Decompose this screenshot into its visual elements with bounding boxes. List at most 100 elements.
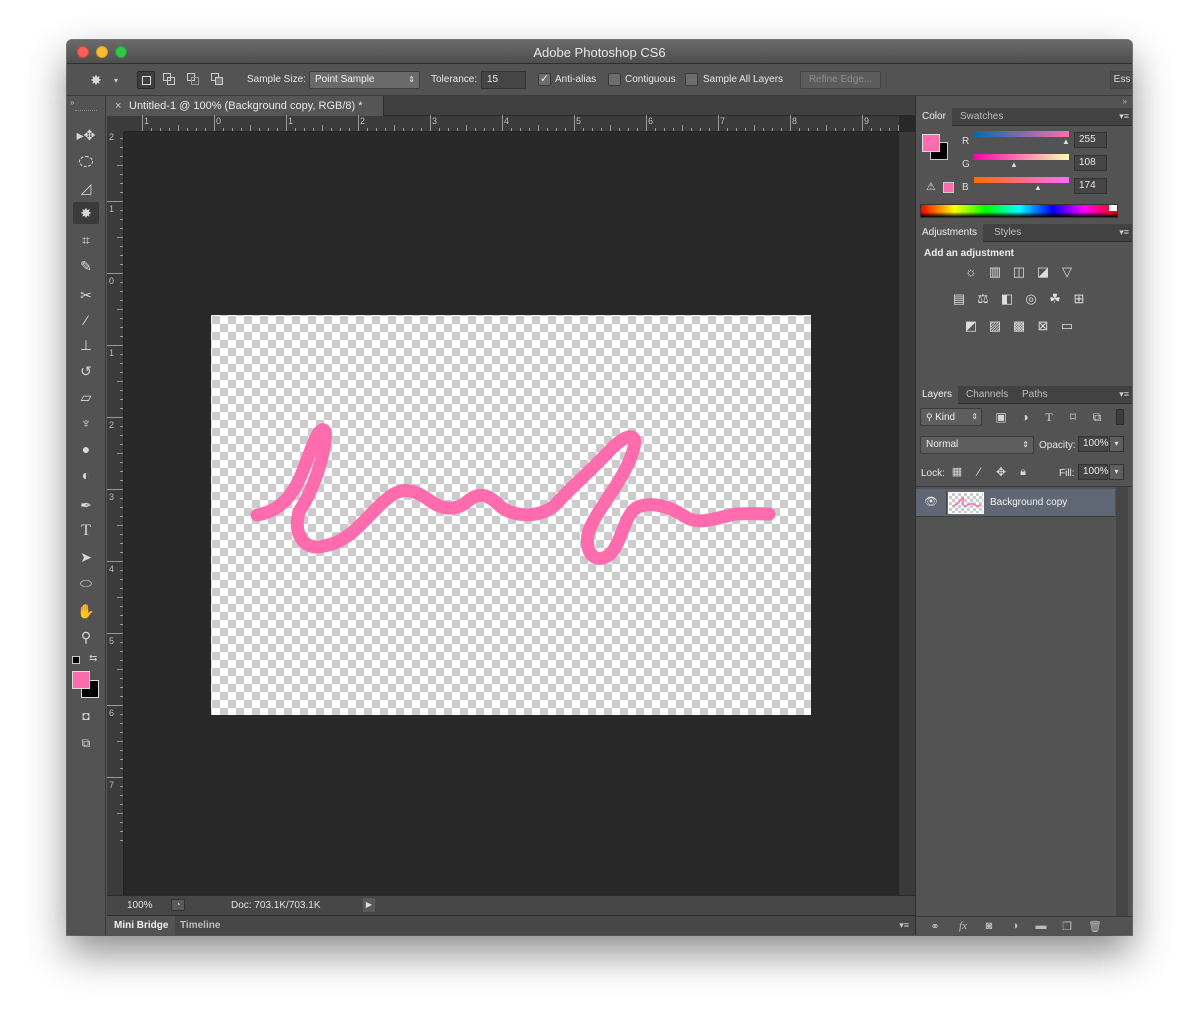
zoom-tool-icon[interactable]: ⚲ <box>73 626 99 648</box>
path-selection-tool-icon[interactable]: ➤ <box>73 546 99 568</box>
tab-layers[interactable]: Layers <box>916 386 959 404</box>
fill-dropdown-icon[interactable]: ▾ <box>1109 464 1124 480</box>
opacity-input[interactable]: 100% <box>1078 436 1109 452</box>
hand-tool-icon[interactable]: ✋ <box>73 600 99 622</box>
tab-adjustments[interactable]: Adjustments <box>916 224 984 242</box>
layer-name[interactable]: Background copy <box>990 497 1067 508</box>
gradient-map-icon[interactable]: ▭ <box>1058 318 1076 334</box>
black-white-icon[interactable]: ◧ <box>998 291 1016 307</box>
filter-adjustment-icon[interactable]: ◑ <box>1016 409 1034 425</box>
exposure-icon[interactable]: ◪ <box>1034 264 1052 280</box>
lock-all-icon[interactable]: 🔒︎ <box>1014 464 1032 480</box>
layers-scrollbar[interactable] <box>1116 487 1128 917</box>
tolerance-input[interactable]: 15 <box>481 71 526 89</box>
lock-transparent-icon[interactable]: ▦ <box>948 464 966 480</box>
lock-image-icon[interactable]: ⁄ <box>970 464 988 480</box>
canvas-svg[interactable] <box>124 132 899 895</box>
status-share-icon[interactable]: ◔ <box>171 899 185 911</box>
anti-alias-checkbox[interactable]: ✓ <box>538 73 551 86</box>
color-panel-menu-icon[interactable]: ▾≡ <box>1119 111 1129 122</box>
new-selection-icon[interactable] <box>137 71 155 89</box>
magic-wand-tool-icon[interactable]: ✸ <box>73 202 99 224</box>
history-brush-tool-icon[interactable]: ↺ <box>73 360 99 382</box>
subtract-from-selection-icon[interactable] <box>185 71 203 89</box>
type-tool-icon[interactable]: T <box>73 520 99 542</box>
filter-pixel-icon[interactable]: ▣ <box>992 409 1010 425</box>
filter-toggle[interactable] <box>1116 409 1124 425</box>
magic-wand-preset-icon[interactable]: ✸ <box>83 69 109 91</box>
blend-mode-select[interactable]: Normal ⇕ <box>920 436 1034 454</box>
lasso-tool-icon[interactable]: ◿ <box>73 177 99 199</box>
tab-styles[interactable]: Styles <box>988 224 1027 242</box>
dodge-tool-icon[interactable]: ◐ <box>73 464 99 486</box>
delete-layer-icon[interactable]: 🗑︎ <box>1086 920 1104 934</box>
swap-colors-icon[interactable]: ⇆ <box>89 653 97 664</box>
horizontal-ruler[interactable]: 1 0 1 2 3 4 5 6 7 8 9 <box>124 115 899 132</box>
g-value-input[interactable]: 108 <box>1074 155 1107 171</box>
color-foreground-swatch[interactable] <box>922 134 940 152</box>
layer-style-fx-icon[interactable]: fx <box>954 920 972 934</box>
hue-saturation-icon[interactable]: ▤ <box>950 291 968 307</box>
vibrance-icon[interactable]: ▽ <box>1058 264 1076 280</box>
tab-timeline[interactable]: Timeline <box>173 916 227 935</box>
layer-visibility-eye-icon[interactable]: 👁︎ <box>924 495 938 508</box>
ellipse-tool-icon[interactable]: ⬭ <box>73 572 99 594</box>
levels-icon[interactable]: ▥ <box>986 264 1004 280</box>
contiguous-checkbox[interactable] <box>608 73 621 86</box>
new-adjustment-layer-icon[interactable]: ◑ <box>1006 920 1024 934</box>
healing-brush-tool-icon[interactable]: ✂ <box>73 284 99 306</box>
g-slider-track[interactable] <box>974 154 1069 160</box>
clone-stamp-tool-icon[interactable]: ⊥ <box>73 334 99 356</box>
collapse-tools-icon[interactable]: » <box>70 98 74 107</box>
move-tool-icon[interactable]: ▸✥ <box>73 124 99 146</box>
posterize-icon[interactable]: ▨ <box>986 318 1004 334</box>
default-colors-icon[interactable] <box>72 656 80 664</box>
out-of-gamut-warning-icon[interactable]: ⚠ <box>926 180 936 193</box>
brush-tool-icon[interactable]: ⁄ <box>73 309 99 331</box>
sample-size-select[interactable]: Point Sample ⇕ <box>309 71 420 89</box>
zoom-level[interactable]: 100% <box>127 900 153 911</box>
screen-mode-icon[interactable]: ⧉ <box>73 732 99 754</box>
blur-tool-icon[interactable]: ● <box>73 438 99 460</box>
color-lookup-icon[interactable]: ⊞ <box>1070 291 1088 307</box>
layer-row-background-copy[interactable]: 👁︎ Background copy <box>916 489 1115 517</box>
curves-icon[interactable]: ◫ <box>1010 264 1028 280</box>
invert-icon[interactable]: ◩ <box>962 318 980 334</box>
channel-mixer-icon[interactable]: ☘ <box>1046 291 1064 307</box>
document-tab[interactable]: × Untitled-1 @ 100% (Background copy, RG… <box>107 96 384 116</box>
r-slider-track[interactable] <box>974 131 1069 137</box>
ruler-origin[interactable] <box>107 116 124 132</box>
eyedropper-tool-icon[interactable]: ✎ <box>73 255 99 277</box>
tab-swatches[interactable]: Swatches <box>954 108 1009 126</box>
photo-filter-icon[interactable]: ◎ <box>1022 291 1040 307</box>
filter-smart-object-icon[interactable]: ⧉ <box>1088 409 1106 425</box>
add-to-selection-icon[interactable] <box>161 71 179 89</box>
refine-edge-button[interactable]: Refine Edge... <box>800 71 881 89</box>
adjustments-panel-menu-icon[interactable]: ▾≡ <box>1119 227 1129 238</box>
status-menu-arrow-icon[interactable]: ▶ <box>363 898 375 912</box>
vertical-scrollbar[interactable] <box>899 132 915 895</box>
crop-tool-icon[interactable]: ⌗ <box>73 229 99 251</box>
r-slider-thumb[interactable]: ▲ <box>1062 137 1070 146</box>
tab-mini-bridge[interactable]: Mini Bridge <box>107 916 176 935</box>
tab-channels[interactable]: Channels <box>960 386 1014 404</box>
opacity-dropdown-icon[interactable]: ▾ <box>1109 436 1124 452</box>
workspace-switcher[interactable]: Ess <box>1110 71 1132 89</box>
quick-mask-icon[interactable]: ◘ <box>73 705 99 727</box>
tab-color[interactable]: Color <box>916 108 952 126</box>
color-spectrum-bar[interactable] <box>920 204 1118 218</box>
sample-all-layers-checkbox[interactable] <box>685 73 698 86</box>
link-layers-icon[interactable]: ⚭ <box>926 920 944 934</box>
lock-position-icon[interactable]: ✥ <box>992 464 1010 480</box>
filter-shape-icon[interactable]: ⌑ <box>1064 409 1082 425</box>
intersect-selection-icon[interactable] <box>209 71 227 89</box>
pen-tool-icon[interactable]: ✒ <box>73 494 99 516</box>
close-tab-icon[interactable]: × <box>115 96 121 116</box>
fill-input[interactable]: 100% <box>1078 464 1109 480</box>
eraser-tool-icon[interactable]: ▱ <box>73 386 99 408</box>
tool-preset-dropdown-icon[interactable]: ▾ <box>114 76 118 85</box>
threshold-icon[interactable]: ▩ <box>1010 318 1028 334</box>
selective-color-icon[interactable]: ⊠ <box>1034 318 1052 334</box>
new-group-icon[interactable]: ▬ <box>1032 920 1050 934</box>
new-layer-icon[interactable]: ❐ <box>1058 920 1076 934</box>
